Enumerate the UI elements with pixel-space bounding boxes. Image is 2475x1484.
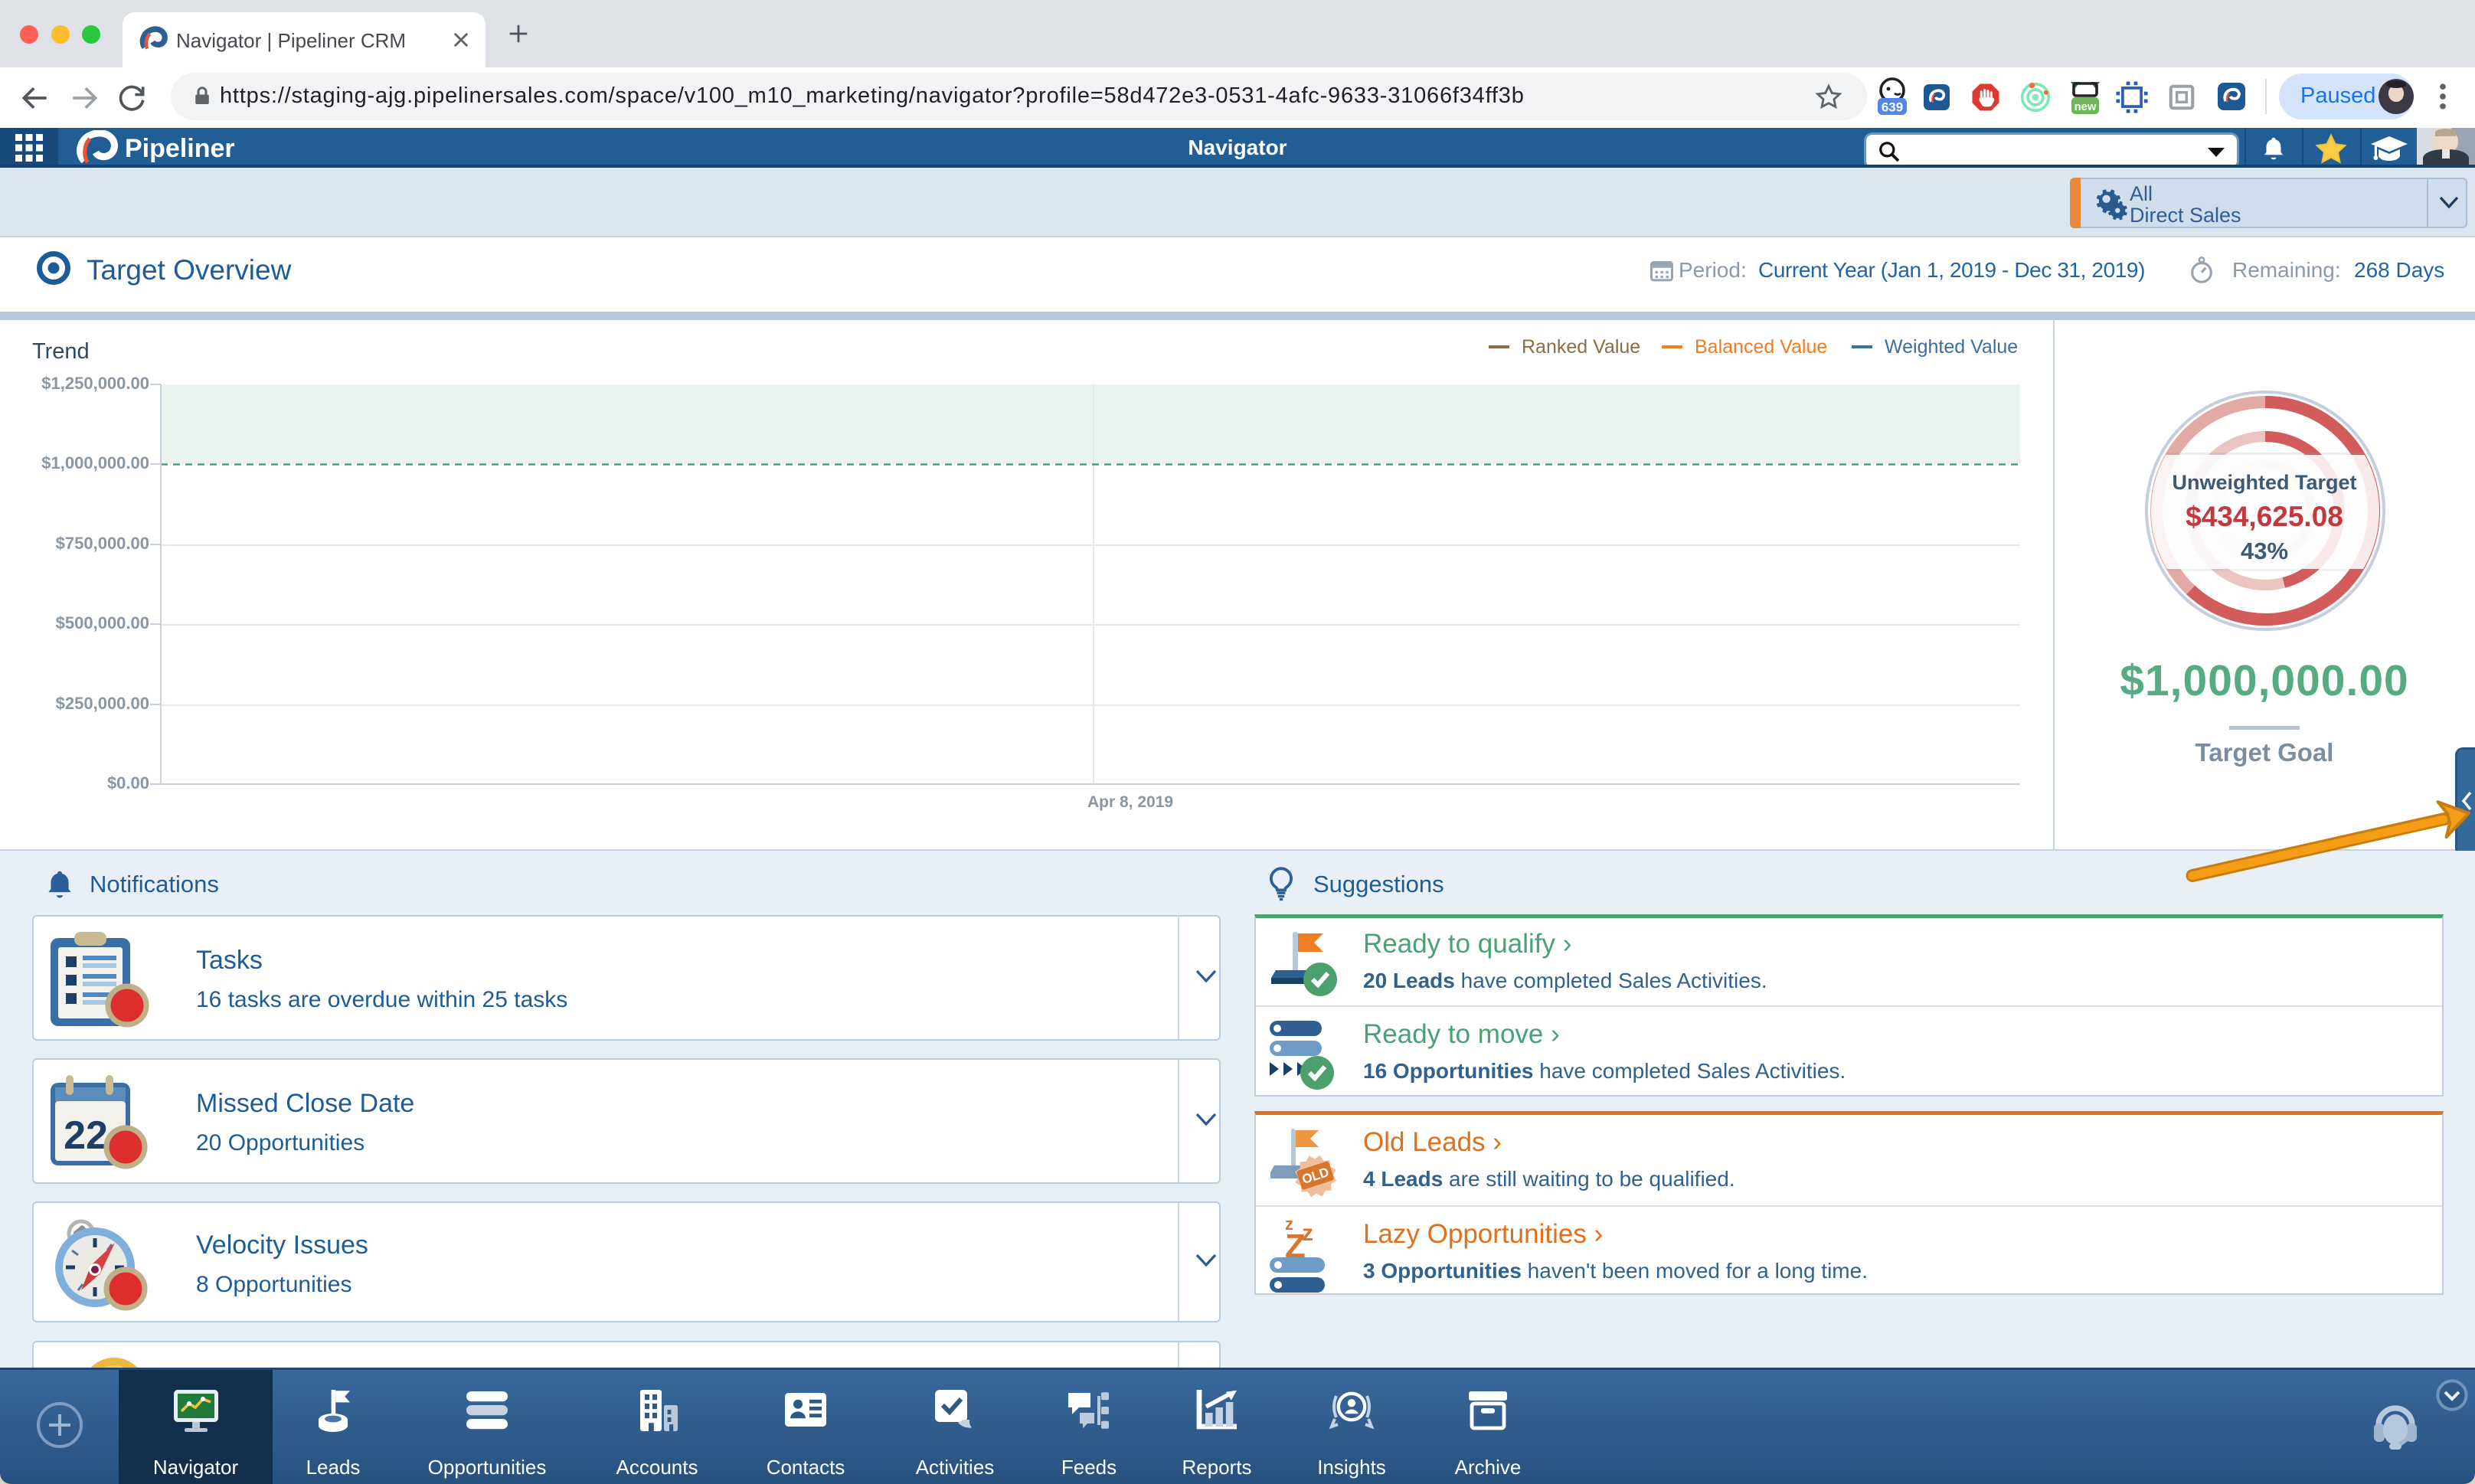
svg-text:z: z: [1302, 1221, 1313, 1246]
svg-text:z: z: [1285, 1214, 1293, 1234]
svg-text:22: 22: [64, 1113, 108, 1158]
svg-text:new: new: [2074, 101, 2097, 113]
svg-text:639: 639: [1882, 100, 1903, 114]
